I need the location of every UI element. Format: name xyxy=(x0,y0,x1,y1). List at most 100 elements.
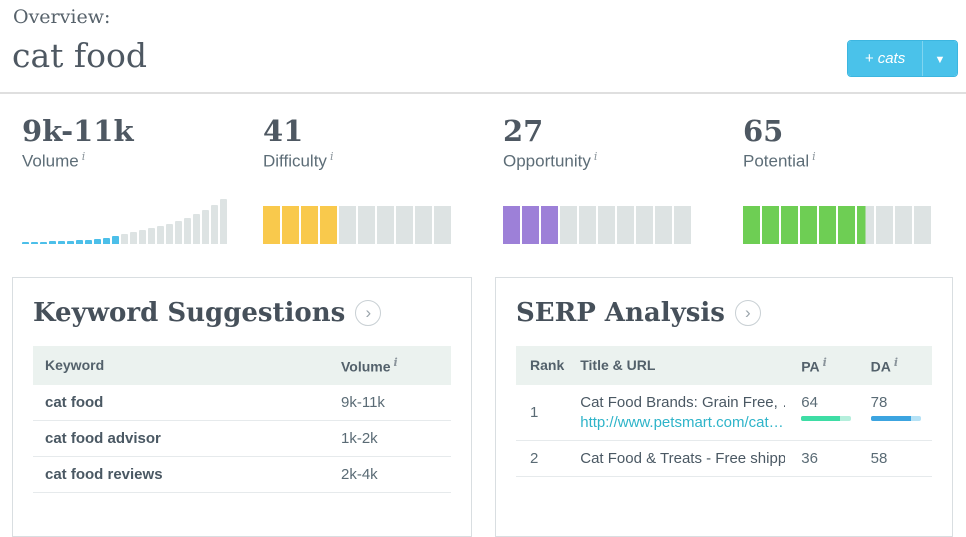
histogram-bar xyxy=(49,241,56,244)
meter-segment xyxy=(522,206,539,244)
difficulty-value: 41 xyxy=(263,114,488,148)
result-title-link[interactable]: Cat Food Brands: Grain Free, … xyxy=(580,394,785,411)
histogram-bar xyxy=(121,234,128,244)
histogram-bar xyxy=(67,241,74,244)
histogram-bar xyxy=(112,236,119,244)
da-value: 78 xyxy=(871,394,888,411)
meter-segment xyxy=(503,206,520,244)
histogram-bar xyxy=(94,239,101,244)
da-value: 58 xyxy=(871,450,888,467)
dropdown-toggle-button[interactable]: ▼ xyxy=(922,41,957,76)
meter-segment xyxy=(339,206,356,244)
header-divider xyxy=(0,92,966,94)
keyword-suggestions-panel: Keyword Suggestions › Keyword Volumei ca… xyxy=(12,277,472,537)
open-suggestions-icon[interactable]: › xyxy=(355,300,381,326)
histogram-bar xyxy=(130,232,137,244)
info-icon[interactable]: i xyxy=(330,150,334,163)
open-serp-icon[interactable]: › xyxy=(735,300,761,326)
opportunity-meter xyxy=(503,206,691,244)
metrics-row: 9k-11k Volumei 41 Difficultyi 27 Opportu… xyxy=(0,114,966,244)
meter-segment xyxy=(617,206,634,244)
col-da: DAi xyxy=(863,346,932,385)
meter-segment xyxy=(598,206,615,244)
da-bar xyxy=(871,416,921,421)
meter-segment xyxy=(358,206,375,244)
keyword-link[interactable]: cat food advisor xyxy=(45,430,161,447)
serp-analysis-panel: SERP Analysis › Rank Title & URL PAi DAi… xyxy=(495,277,953,537)
result-url-link[interactable]: http://www.petsmart.com/cat… xyxy=(580,414,785,431)
info-icon[interactable]: i xyxy=(82,150,86,163)
potential-meter xyxy=(743,206,931,244)
table-header-row: Rank Title & URL PAi DAi xyxy=(516,346,932,385)
potential-value: 65 xyxy=(743,114,966,148)
table-header-row: Keyword Volumei xyxy=(33,346,451,385)
pa-bar xyxy=(801,416,851,421)
meter-segment xyxy=(282,206,299,244)
histogram-bar xyxy=(76,240,83,244)
keyword-volume: 2k-4k xyxy=(341,466,378,483)
add-keyword-button-group: + cats ▼ xyxy=(847,40,958,77)
result-rank: 2 xyxy=(530,450,538,467)
histogram-bar xyxy=(40,242,47,244)
meter-segment xyxy=(434,206,451,244)
add-to-list-button[interactable]: + cats xyxy=(848,41,922,76)
difficulty-meter xyxy=(263,206,451,244)
info-icon[interactable]: i xyxy=(823,356,827,369)
histogram-bar xyxy=(31,242,38,244)
col-rank: Rank xyxy=(516,346,572,385)
meter-segment xyxy=(857,206,874,244)
meter-segment xyxy=(800,206,817,244)
meter-segment xyxy=(560,206,577,244)
result-rank: 1 xyxy=(530,404,538,421)
pa-value: 64 xyxy=(801,394,818,411)
metric-potential: 65 Potentiali xyxy=(743,114,966,244)
col-keyword: Keyword xyxy=(33,346,333,385)
keyword-link[interactable]: cat food xyxy=(45,394,103,411)
meter-segment xyxy=(743,206,760,244)
page-header: Overview: cat food + cats ▼ xyxy=(0,0,966,92)
meter-segment xyxy=(263,206,280,244)
table-row: 2 Cat Food & Treats - Free shipp… 36 58 xyxy=(516,440,932,476)
keyword-suggestions-title: Keyword Suggestions xyxy=(33,298,345,328)
serp-analysis-table: Rank Title & URL PAi DAi 1 Cat Food Brand… xyxy=(516,346,932,477)
serp-analysis-title: SERP Analysis xyxy=(516,298,725,328)
volume-value: 9k-11k xyxy=(22,114,247,148)
opportunity-label: Opportunityi xyxy=(503,150,728,172)
table-row: cat food advisor 1k-2k xyxy=(33,420,451,456)
meter-segment xyxy=(674,206,691,244)
metric-opportunity: 27 Opportunityi xyxy=(503,114,728,244)
chevron-down-icon: ▼ xyxy=(935,54,946,66)
meter-segment xyxy=(838,206,855,244)
histogram-bar xyxy=(175,221,182,244)
info-icon[interactable]: i xyxy=(394,356,398,369)
meter-segment xyxy=(895,206,912,244)
keyword-link[interactable]: cat food reviews xyxy=(45,466,163,483)
keyword-volume: 1k-2k xyxy=(341,430,378,447)
meter-segment xyxy=(320,206,337,244)
page-title: cat food xyxy=(12,36,147,75)
volume-histogram xyxy=(22,196,227,244)
meter-segment xyxy=(396,206,413,244)
pa-value: 36 xyxy=(801,450,818,467)
table-row: 1 Cat Food Brands: Grain Free, … http://ww… xyxy=(516,385,932,441)
meter-segment xyxy=(876,206,893,244)
info-icon[interactable]: i xyxy=(594,150,598,163)
metric-difficulty: 41 Difficultyi xyxy=(263,114,488,244)
overview-label: Overview: xyxy=(13,6,110,28)
histogram-bar xyxy=(148,228,155,244)
histogram-bar xyxy=(58,241,65,244)
col-title-url: Title & URL xyxy=(572,346,793,385)
histogram-bar xyxy=(220,199,227,244)
histogram-bar xyxy=(166,224,173,244)
meter-segment xyxy=(636,206,653,244)
info-icon[interactable]: i xyxy=(812,150,816,163)
metric-volume: 9k-11k Volumei xyxy=(22,114,247,244)
histogram-bar xyxy=(139,230,146,244)
table-row: cat food reviews 2k-4k xyxy=(33,456,451,492)
info-icon[interactable]: i xyxy=(894,356,898,369)
meter-segment xyxy=(914,206,931,244)
result-title-link[interactable]: Cat Food & Treats - Free shipp… xyxy=(580,450,785,467)
difficulty-label: Difficultyi xyxy=(263,150,488,172)
meter-segment xyxy=(377,206,394,244)
meter-segment xyxy=(541,206,558,244)
